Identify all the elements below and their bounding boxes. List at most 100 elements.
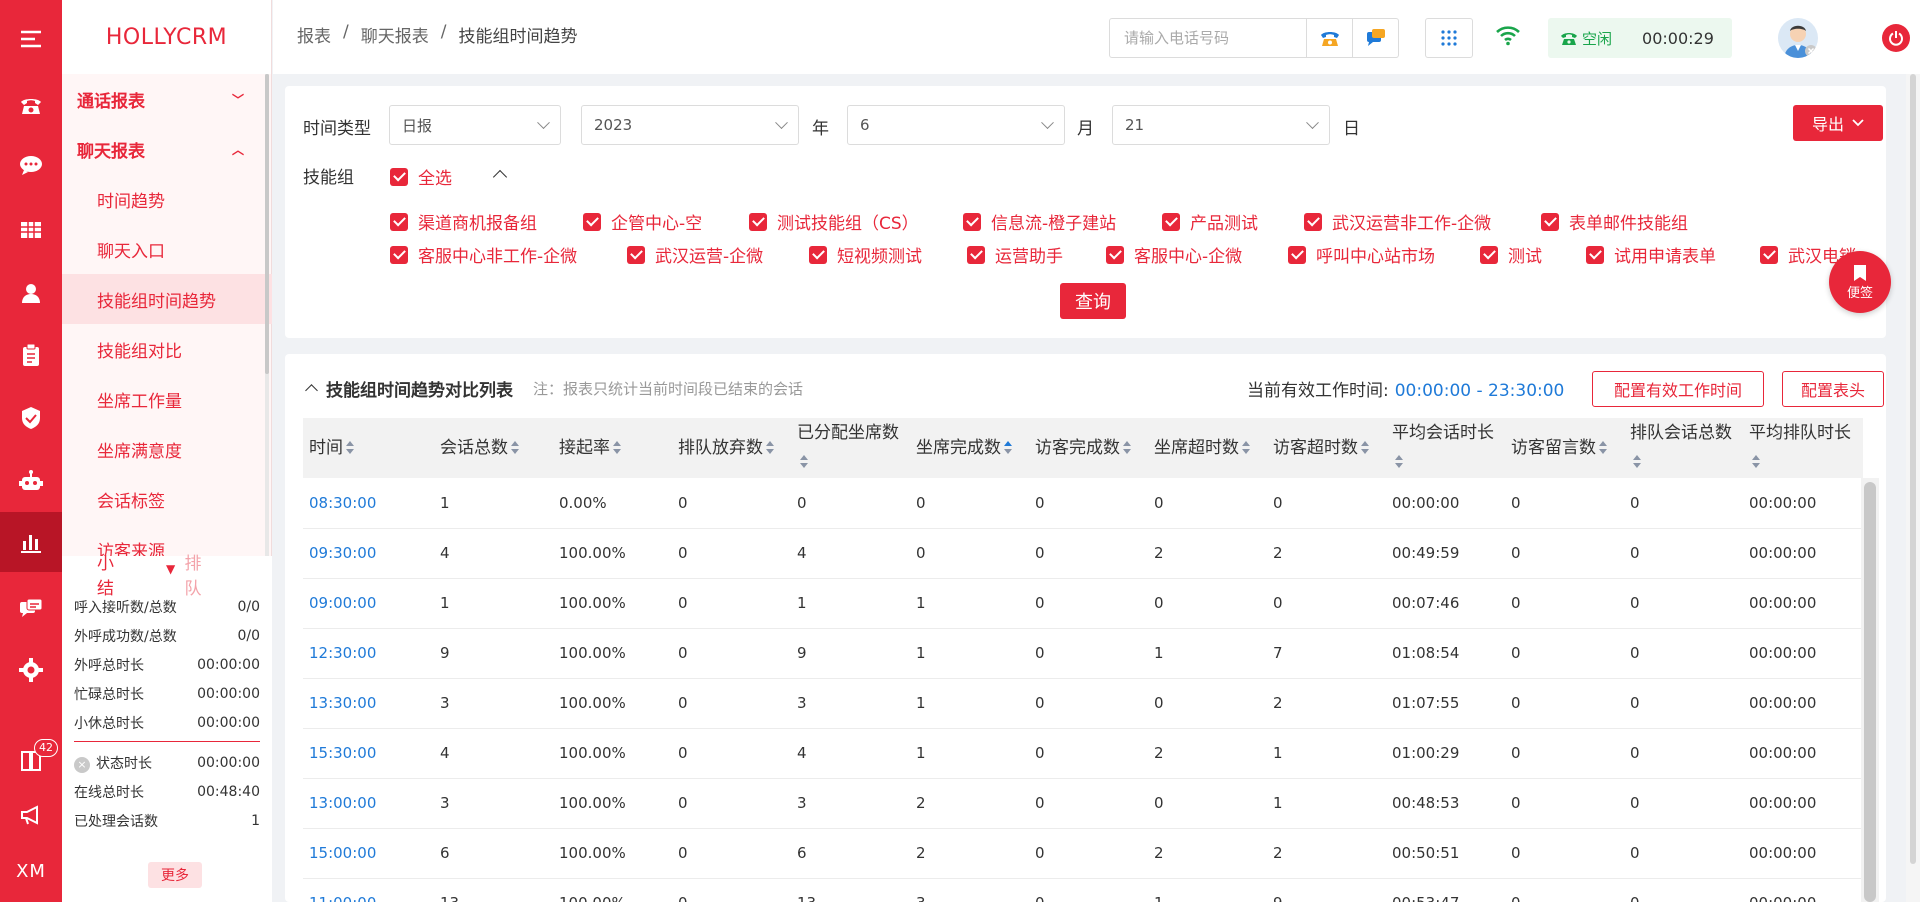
menu-icon[interactable] — [0, 14, 62, 64]
time-link[interactable]: 09:30:00 — [303, 528, 434, 579]
table-cell: 0 — [672, 728, 791, 779]
nav-item-agent-satisfaction[interactable]: 坐席满意度 — [62, 424, 272, 474]
avatar[interactable] — [1778, 18, 1818, 58]
megaphone-icon[interactable] — [0, 790, 62, 840]
tab-queue[interactable]: 排队 — [185, 549, 213, 599]
more-button[interactable]: 更多 — [148, 862, 202, 888]
tab-summary[interactable]: 小结 — [97, 549, 125, 599]
book-icon[interactable]: 42 — [0, 735, 62, 785]
report-chart-icon[interactable] — [0, 512, 62, 572]
clipboard-icon[interactable] — [0, 330, 62, 380]
nav-item-chat-entry[interactable]: 聊天入口 — [62, 224, 272, 274]
column-header[interactable]: 访客超时数 — [1267, 418, 1386, 478]
time-link[interactable]: 13:00:00 — [303, 778, 434, 829]
apps-grid-button[interactable] — [1425, 18, 1473, 58]
nav-item-agent-workload[interactable]: 坐席工作量 — [62, 374, 272, 424]
agent-status[interactable]: 空闲 00:00:29 — [1548, 18, 1732, 58]
column-header[interactable]: 排队会话总数 — [1624, 418, 1743, 478]
table-scrollbar[interactable] — [1861, 478, 1879, 902]
skill-checkbox[interactable]: 渠道商机报备组 — [390, 209, 537, 234]
skill-checkbox[interactable]: 运营助手 — [967, 242, 1063, 267]
config-worktime-button[interactable]: 配置有效工作时间 — [1592, 371, 1764, 407]
column-header[interactable]: 访客完成数 — [1029, 418, 1148, 478]
skill-checkbox[interactable]: 试用申请表单 — [1586, 242, 1716, 267]
power-icon[interactable] — [1882, 24, 1910, 52]
skill-checkbox[interactable]: 产品测试 — [1162, 209, 1258, 234]
config-header-button[interactable]: 配置表头 — [1782, 371, 1884, 407]
page-scrollbar[interactable] — [1906, 74, 1920, 902]
phone-input[interactable] — [1110, 19, 1306, 57]
table-cell: 0 — [1624, 878, 1743, 902]
robot-icon[interactable] — [0, 456, 62, 506]
skill-checkbox[interactable]: 表单邮件技能组 — [1541, 209, 1688, 234]
nav-item-visitor-source[interactable]: 访客来源 — [62, 524, 272, 557]
column-header[interactable]: 平均排队时长 — [1743, 418, 1863, 478]
nav-item-time-trend[interactable]: 时间趋势 — [62, 174, 272, 224]
user-initials[interactable]: XM — [0, 846, 62, 896]
column-header[interactable]: 时间 — [303, 418, 434, 478]
breadcrumb-item[interactable]: 聊天报表 — [361, 22, 429, 47]
column-header[interactable]: 接起率 — [553, 418, 672, 478]
wifi-icon — [1495, 24, 1521, 50]
table-panel: 技能组时间趋势对比列表 注：报表只统计当前时间段已结束的会话 当前有效工作时间:… — [285, 354, 1886, 902]
skill-checkbox[interactable]: 武汉运营-企微 — [627, 242, 763, 267]
collapse-toggle-icon[interactable]: ▼ — [166, 562, 175, 576]
user-icon[interactable] — [0, 268, 62, 318]
table-icon[interactable] — [0, 205, 62, 255]
shield-icon[interactable] — [0, 393, 62, 443]
time-link[interactable]: 08:30:00 — [303, 478, 434, 529]
table-cell: 100.00% — [553, 828, 672, 879]
column-header[interactable]: 坐席超时数 — [1148, 418, 1267, 478]
table-cell: 0 — [1029, 678, 1148, 729]
breadcrumb-item[interactable]: 报表 — [297, 22, 331, 47]
column-header[interactable]: 排队放弃数 — [672, 418, 791, 478]
nav-group-call-report[interactable]: 通话报表 ﹀ — [62, 74, 272, 124]
skill-checkbox[interactable]: 客服中心非工作-企微 — [390, 242, 577, 267]
nav-item-skill-compare[interactable]: 技能组对比 — [62, 324, 272, 374]
table-title[interactable]: 技能组时间趋势对比列表 — [305, 376, 513, 401]
table-cell: 0 — [672, 878, 791, 902]
column-header[interactable]: 平均会话时长 — [1386, 418, 1505, 478]
table-cell: 01:00:29 — [1386, 728, 1505, 779]
phone-icon[interactable] — [0, 80, 62, 130]
skill-checkbox[interactable]: 武汉运营非工作-企微 — [1304, 209, 1491, 234]
nav-scrollbar[interactable] — [265, 74, 269, 556]
dial-button[interactable] — [1306, 19, 1352, 57]
table-cell: 9 — [434, 628, 553, 679]
nav-group-chat-report[interactable]: 聊天报表 ︿ — [62, 124, 272, 174]
time-link[interactable]: 09:00:00 — [303, 578, 434, 629]
gear-icon[interactable] — [0, 645, 62, 695]
time-link[interactable]: 15:00:00 — [303, 828, 434, 879]
skill-checkbox[interactable]: 企管中心-空 — [583, 209, 702, 234]
skill-checkbox[interactable]: 短视频测试 — [809, 242, 922, 267]
table-cell: 2 — [1267, 828, 1386, 879]
skill-checkbox[interactable]: 客服中心-企微 — [1106, 242, 1242, 267]
time-link[interactable]: 12:30:00 — [303, 628, 434, 679]
column-header[interactable]: 坐席完成数 — [910, 418, 1029, 478]
skill-checkbox[interactable]: 信息流-橙子建站 — [963, 209, 1116, 234]
table-cell: 0 — [1148, 478, 1267, 529]
query-button[interactable]: 查询 — [1060, 283, 1126, 319]
chat-icon[interactable] — [0, 140, 62, 190]
sticky-note-button[interactable]: 便签 — [1829, 251, 1891, 313]
nav-item-skill-time-trend[interactable]: 技能组时间趋势 — [62, 274, 272, 324]
table-cell: 0 — [1624, 528, 1743, 579]
close-icon[interactable]: × — [74, 756, 90, 773]
table-row: 15:30:00 4 100.00% 0 4 1 0 2 1 01:00:29 0 0 00:00:00 — [303, 728, 1863, 779]
skill-checkbox[interactable]: 测试 — [1480, 242, 1542, 267]
time-link[interactable]: 11:00:00 — [303, 878, 434, 902]
notification-badge: 42 — [34, 739, 58, 757]
nav-item-session-tags[interactable]: 会话标签 — [62, 474, 272, 524]
column-header[interactable]: 已分配坐席数 — [791, 418, 910, 478]
skill-checkbox[interactable]: 呼叫中心站市场 — [1288, 242, 1435, 267]
table-cell: 0 — [1267, 578, 1386, 629]
message-button[interactable] — [1352, 19, 1398, 57]
column-header[interactable]: 访客留言数 — [1505, 418, 1624, 478]
time-link[interactable]: 13:30:00 — [303, 678, 434, 729]
column-header[interactable]: 会话总数 — [434, 418, 553, 478]
time-link[interactable]: 15:30:00 — [303, 728, 434, 779]
message-icon[interactable] — [0, 584, 62, 634]
skill-checkbox[interactable]: 测试技能组（CS） — [749, 209, 919, 234]
table-cell: 00:00:00 — [1743, 478, 1863, 529]
top-header: 报表 / 聊天报表 / 技能组时间趋势 空闲 00:00:29 — [273, 0, 1920, 74]
